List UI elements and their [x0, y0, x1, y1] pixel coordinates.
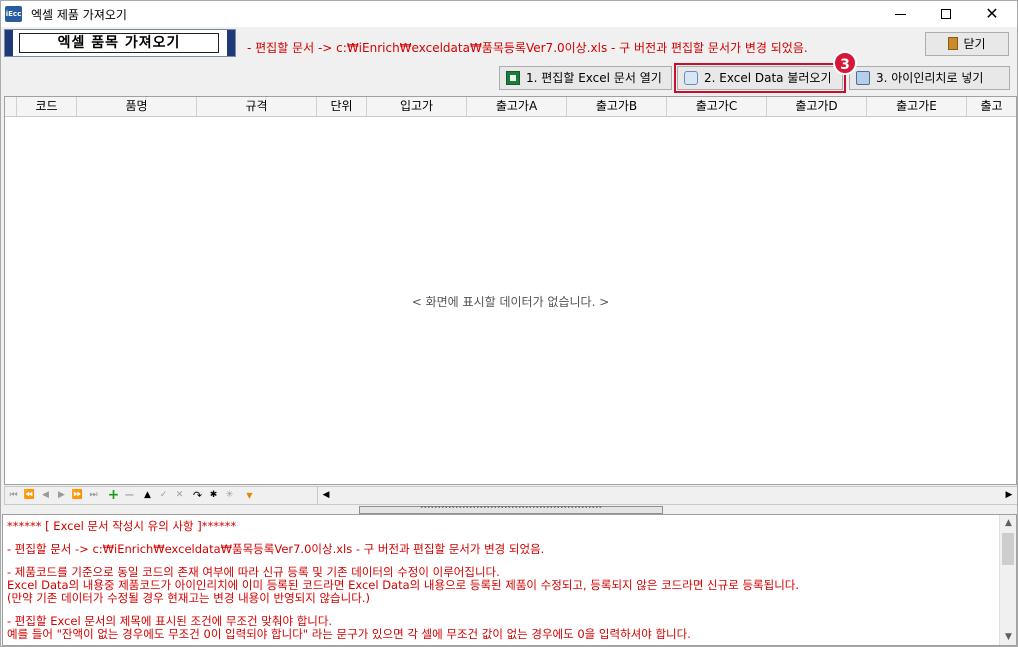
row-indicator-header — [5, 97, 17, 116]
nav-delete-button[interactable]: − — [122, 488, 137, 503]
scroll-left-arrow[interactable]: ◀ — [318, 487, 334, 504]
insert-into-ienrich-button[interactable]: 3. 아이인리치로 넣기 — [849, 66, 1010, 90]
column-header-spec[interactable]: 규격 — [197, 97, 317, 116]
column-header-price-d[interactable]: 출고가D — [767, 97, 867, 116]
nav-goto-bookmark-button[interactable]: ✳ — [222, 488, 237, 503]
column-header-price-c[interactable]: 출고가C — [667, 97, 767, 116]
data-grid[interactable]: 코드 품명 규격 단위 입고가 출고가A 출고가B 출고가C 출고가D 출고가E… — [4, 96, 1017, 485]
column-header-price-f[interactable]: 출고 — [967, 97, 1016, 116]
maximize-icon — [941, 9, 951, 19]
nav-last-button[interactable]: ⏭ — [86, 488, 101, 503]
minimize-icon — [894, 13, 906, 15]
step-badge: 3 — [833, 51, 857, 75]
notes-panel[interactable]: ****** [ Excel 문서 작성시 유의 사항 ]****** - 편집… — [2, 514, 1017, 646]
notes-line: (만약 기존 데이터가 수정될 경우 현재고는 변경 내용이 반영되지 않습니다… — [7, 591, 370, 605]
title-bar: iEcc 엑셀 제품 가져오기 ✕ — [1, 1, 1017, 27]
vertical-scrollbar[interactable]: ▲ ▼ — [999, 515, 1016, 645]
window-title: 엑셀 제품 가져오기 — [31, 8, 127, 22]
nav-cancel-button[interactable]: ✕ — [172, 488, 187, 503]
nav-prev-page-button[interactable]: ⏪ — [22, 488, 37, 503]
excel-icon — [506, 71, 520, 85]
close-button-label: 닫기 — [963, 37, 986, 51]
scroll-right-arrow[interactable]: ▶ — [1001, 487, 1017, 504]
panel-splitter[interactable]: ˅˅˅˅˅˅˅˅˅˅˅˅˅˅˅˅˅˅˅˅˅˅˅˅˅˅˅˅˅˅˅˅˅˅˅˅˅˅˅˅… — [359, 506, 663, 514]
page-heading-box: 엑셀 품목 가져오기 — [4, 29, 236, 57]
minimize-button[interactable] — [877, 1, 923, 27]
column-header-price-e[interactable]: 출고가E — [867, 97, 967, 116]
horizontal-scrollbar[interactable]: ◀ ▶ — [317, 487, 1017, 504]
column-header-unit[interactable]: 단위 — [317, 97, 367, 116]
window-close-button[interactable]: ✕ — [969, 1, 1015, 27]
scroll-thumb[interactable] — [1002, 533, 1014, 565]
nav-up-button[interactable]: ▲ — [140, 488, 155, 503]
nav-bookmark-button[interactable]: ✱ — [206, 488, 221, 503]
notes-title: ****** [ Excel 문서 작성시 유의 사항 ]****** — [7, 519, 237, 533]
column-header-code[interactable]: 코드 — [17, 97, 77, 116]
database-insert-icon — [856, 71, 870, 85]
maximize-button[interactable] — [923, 1, 969, 27]
heading-bar-right — [227, 30, 235, 56]
insert-into-ienrich-label: 3. 아이인리치로 넣기 — [876, 71, 984, 85]
door-icon — [948, 37, 959, 50]
empty-grid-message: < 화면에 표시할 데이터가 없습니다. > — [411, 295, 610, 309]
close-icon: ✕ — [985, 4, 999, 23]
header-file-note: - 편집할 문서 -> c:₩iEnrich₩exceldata₩품목등록Ver… — [247, 41, 808, 55]
nav-next-button[interactable]: ▶ — [54, 488, 69, 503]
filter-icon[interactable]: ▼ — [242, 488, 257, 503]
grid-header: 코드 품명 규격 단위 입고가 출고가A 출고가B 출고가C 출고가D 출고가E… — [5, 97, 1016, 117]
notes-line: 예를 들어 "잔액이 없는 경우에도 무조건 0이 입력되야 합니다" 라는 문… — [7, 627, 691, 641]
notes-line: - 편집할 문서 -> c:₩iEnrich₩exceldata₩품목등록Ver… — [7, 542, 545, 556]
column-header-price-b[interactable]: 출고가B — [567, 97, 667, 116]
nav-add-button[interactable]: + — [106, 488, 121, 503]
scroll-down-arrow[interactable]: ▼ — [1000, 629, 1016, 645]
main-window: iEcc 엑셀 제품 가져오기 ✕ 엑셀 품목 가져오기 - 편집할 문서 ->… — [0, 0, 1018, 647]
open-excel-button[interactable]: 1. 편집할 Excel 문서 열기 — [499, 66, 672, 90]
column-header-purchase-price[interactable]: 입고가 — [367, 97, 467, 116]
grid-navigator: ⏮ ⏪ ◀ ▶ ⏩ ⏭ + − ▲ ✓ ✕ ↷ ✱ ✳ ▼ ◀ ▶ — [4, 486, 1017, 505]
nav-first-button[interactable]: ⏮ — [6, 488, 21, 503]
close-button[interactable]: 닫기 — [925, 32, 1009, 56]
column-header-name[interactable]: 품명 — [77, 97, 197, 116]
nav-refresh-button[interactable]: ↷ — [190, 488, 205, 503]
open-excel-label: 1. 편집할 Excel 문서 열기 — [526, 71, 662, 85]
page-title: 엑셀 품목 가져오기 — [19, 33, 219, 53]
app-icon: iEcc — [5, 6, 22, 22]
heading-bar-left — [5, 30, 13, 56]
scroll-up-arrow[interactable]: ▲ — [1000, 515, 1016, 531]
nav-next-page-button[interactable]: ⏩ — [70, 488, 85, 503]
highlight-box — [674, 63, 846, 93]
column-header-price-a[interactable]: 출고가A — [467, 97, 567, 116]
nav-prev-button[interactable]: ◀ — [38, 488, 53, 503]
nav-apply-button[interactable]: ✓ — [156, 488, 171, 503]
